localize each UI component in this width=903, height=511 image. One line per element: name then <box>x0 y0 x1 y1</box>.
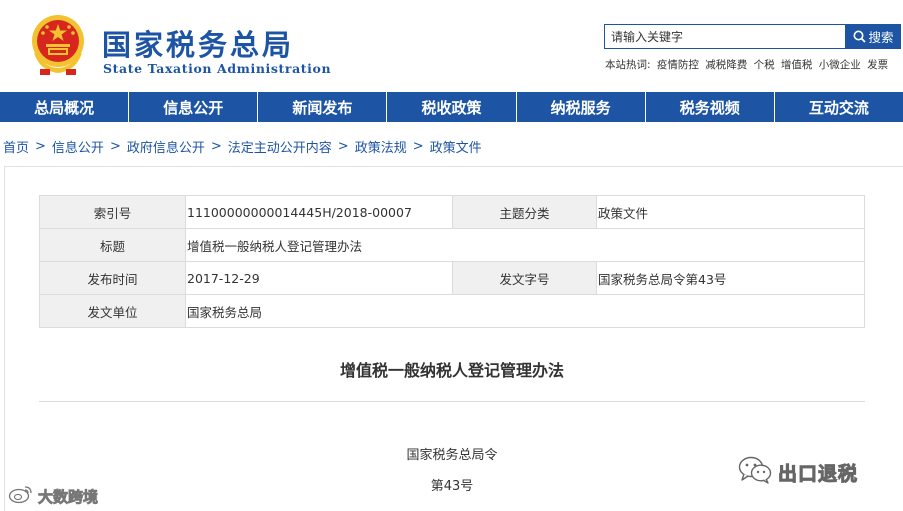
breadcrumb-separator: > <box>210 139 222 154</box>
nav-item-tax-service[interactable]: 纳税服务 <box>517 92 646 122</box>
title-value: 增值税一般纳税人登记管理办法 <box>185 228 865 262</box>
breadcrumb-separator: > <box>337 139 349 154</box>
wechat-watermark: 出口退税 <box>738 456 858 488</box>
breadcrumb-gov-info[interactable]: 政府信息公开 <box>127 137 205 156</box>
main-nav: 总局概况 信息公开 新闻发布 税收政策 纳税服务 税务视频 互动交流 <box>0 92 903 122</box>
site-header: 国家税务总局 State Taxation Administration 搜索 … <box>0 0 903 92</box>
table-row: 发布时间 2017-12-29 发文字号 国家税务总局令第43号 <box>39 261 865 295</box>
breadcrumb-policy-documents[interactable]: 政策文件 <box>430 137 482 156</box>
index-label: 索引号 <box>39 195 186 229</box>
document-title: 增值税一般纳税人登记管理办法 <box>339 361 564 380</box>
breadcrumb-separator: > <box>412 139 424 154</box>
doc-number-value: 国家税务总局令第43号 <box>596 261 865 295</box>
issuer-label: 发文单位 <box>39 294 186 328</box>
table-row: 标题 增值税一般纳税人登记管理办法 <box>39 228 865 262</box>
topic-value: 政策文件 <box>596 195 865 229</box>
hot-word-link[interactable]: 个税 <box>754 59 775 71</box>
weibo-watermark: 大数跨境 <box>8 484 98 508</box>
hot-words-label: 本站热词: <box>605 59 651 71</box>
title-label: 标题 <box>39 228 186 262</box>
site-title: 国家税务总局 <box>102 28 295 62</box>
nav-item-news[interactable]: 新闻发布 <box>258 92 388 122</box>
hot-word-link[interactable]: 增值税 <box>781 59 813 71</box>
hot-word-link[interactable]: 减税降费 <box>705 59 747 71</box>
index-value: 11100000000014445H/2018-00007 <box>185 195 453 229</box>
breadcrumb-policy-regulations[interactable]: 政策法规 <box>355 137 407 156</box>
nav-item-tax-policy[interactable]: 税收政策 <box>387 92 517 122</box>
wechat-icon <box>738 456 772 488</box>
breadcrumb-home[interactable]: 首页 <box>3 137 29 156</box>
document-metadata-table: 索引号 11100000000014445H/2018-00007 主题分类 政… <box>39 195 865 328</box>
site-subtitle: State Taxation Administration <box>103 61 332 76</box>
table-row: 索引号 11100000000014445H/2018-00007 主题分类 政… <box>39 195 865 229</box>
search-button[interactable]: 搜索 <box>846 24 901 49</box>
breadcrumb: 首页 > 信息公开 > 政府信息公开 > 法定主动公开内容 > 政策法规 > 政… <box>3 137 482 156</box>
divider <box>39 401 865 402</box>
nav-item-info-disclosure[interactable]: 信息公开 <box>129 92 259 122</box>
nav-item-overview[interactable]: 总局概况 <box>0 92 130 122</box>
hot-word-link[interactable]: 发票 <box>867 59 888 71</box>
hot-words: 本站热词: 疫情防控 减税降费 个税 增值税 小微企业 发票 <box>605 57 891 72</box>
hot-word-link[interactable]: 疫情防控 <box>657 59 699 71</box>
national-emblem-icon[interactable] <box>28 13 88 77</box>
search-box <box>604 24 846 49</box>
date-label: 发布时间 <box>39 261 186 295</box>
breadcrumb-statutory-content[interactable]: 法定主动公开内容 <box>228 137 332 156</box>
issuer-value: 国家税务总局 <box>185 294 865 328</box>
search-button-label: 搜索 <box>868 30 894 45</box>
topic-label: 主题分类 <box>452 195 597 229</box>
search-input[interactable] <box>605 25 845 48</box>
breadcrumb-separator: > <box>35 139 46 154</box>
nav-item-interaction[interactable]: 互动交流 <box>775 92 903 122</box>
watermark-left-text: 大数跨境 <box>38 487 99 506</box>
doc-number-label: 发文字号 <box>452 261 597 295</box>
hot-word-link[interactable]: 小微企业 <box>819 59 861 71</box>
search-icon <box>853 30 867 43</box>
date-value: 2017-12-29 <box>185 261 453 295</box>
breadcrumb-info-disclosure[interactable]: 信息公开 <box>52 137 104 156</box>
watermark-right-text: 出口退税 <box>777 462 859 485</box>
breadcrumb-separator: > <box>109 139 121 154</box>
table-row: 发文单位 国家税务总局 <box>39 294 865 328</box>
nav-item-tax-video[interactable]: 税务视频 <box>646 92 775 122</box>
weibo-icon <box>8 484 34 508</box>
